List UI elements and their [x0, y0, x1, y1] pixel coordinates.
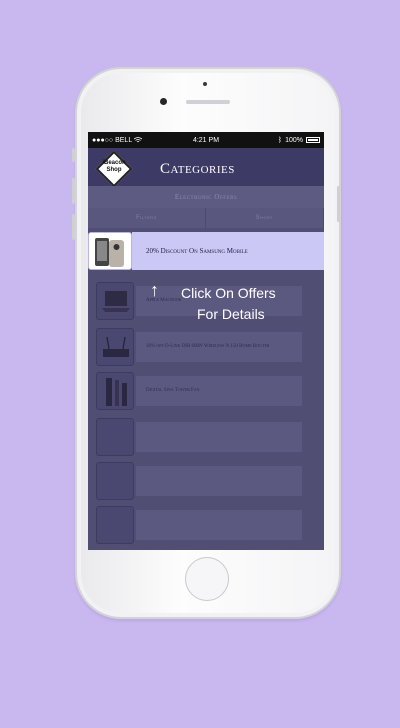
status-bar: ●●●○○ BELL 4:21 PM ᛒ 100% — [88, 132, 324, 148]
battery-label: 100% — [285, 136, 303, 144]
logo-line2: Shop — [106, 167, 122, 173]
offer-text: 20% Discount On Samsung Mobile — [146, 247, 248, 255]
battery-icon — [306, 137, 320, 143]
hint-text-line2: For Details — [197, 306, 265, 322]
power-button — [337, 186, 340, 222]
home-button[interactable] — [185, 557, 229, 601]
wifi-icon — [134, 137, 143, 143]
offer-row[interactable] — [88, 462, 324, 500]
logo-line1: iBeacon — [102, 160, 126, 166]
offer-row[interactable] — [88, 506, 324, 544]
filter-tabs: Filters Short — [88, 208, 324, 228]
volume-down-button — [72, 214, 75, 240]
offer-row[interactable]: 30% off D-Link DIR 600N Wireless N 150 H… — [88, 328, 324, 366]
page-title: Categories — [160, 161, 235, 177]
mute-switch — [72, 148, 75, 162]
offer-row[interactable]: Digital Sina Tower Fan — [88, 372, 324, 410]
offer-row-bar — [136, 422, 302, 452]
offer-row[interactable] — [88, 418, 324, 456]
router-image — [96, 328, 134, 366]
router-icon — [103, 336, 129, 357]
status-time: 4:21 PM — [192, 136, 220, 144]
section-header: Electronic Offers — [88, 186, 324, 208]
laptop-icon — [102, 291, 130, 312]
earpiece-speaker — [186, 100, 230, 104]
offer-row-bar — [136, 466, 302, 496]
nav-bar: iBeacon Shop Categories — [88, 148, 324, 188]
front-camera-icon — [160, 98, 167, 105]
shop-logo-text: iBeacon Shop — [94, 160, 134, 174]
app-screen: ●●●○○ BELL 4:21 PM ᛒ 100% iBeacon Shop C… — [88, 132, 324, 550]
offer-text: Digital Sina Tower Fan — [146, 388, 200, 393]
offer-thumbnail — [96, 418, 134, 456]
phone-image — [88, 232, 132, 270]
arrow-up-icon: ↑ — [150, 280, 159, 300]
offer-thumbnail — [96, 462, 134, 500]
hint-text-line1: Click On Offers — [181, 285, 276, 301]
tower-fan-image — [96, 372, 134, 410]
tab-short[interactable]: Short — [206, 208, 324, 228]
tower-fan-icon — [106, 378, 127, 406]
bluetooth-icon: ᛒ — [277, 136, 283, 144]
samsung-phone-icon — [95, 238, 124, 267]
offer-row-bar — [136, 510, 302, 540]
offer-row[interactable]: 20% Discount On Samsung Mobile — [88, 232, 324, 270]
offer-thumbnail — [96, 506, 134, 544]
carrier-label: ●●●○○ BELL — [92, 136, 133, 144]
tab-filters[interactable]: Filters — [88, 208, 206, 228]
laptop-image — [96, 282, 134, 320]
offer-text: 30% off D-Link DIR 600N Wireless N 150 H… — [146, 344, 270, 349]
sensor-icon — [203, 82, 207, 86]
volume-up-button — [72, 178, 75, 204]
